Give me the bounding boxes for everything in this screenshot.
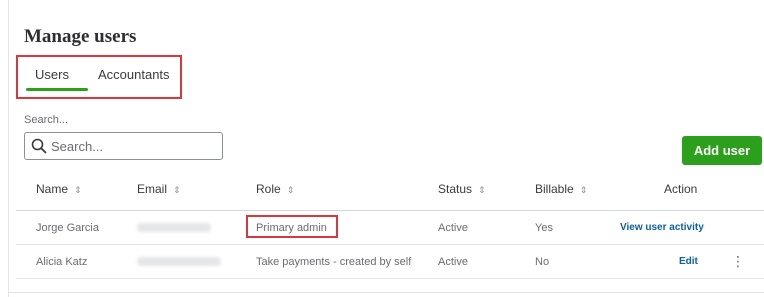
user-role: Take payments - created by self bbox=[256, 256, 412, 268]
redacted-email bbox=[137, 257, 221, 266]
sort-icon: ⇕ bbox=[478, 185, 486, 195]
column-header-label: Role bbox=[256, 182, 281, 196]
column-header-label: Email bbox=[137, 182, 168, 196]
page-title: Manage users bbox=[24, 26, 137, 47]
column-header-action: Action bbox=[664, 182, 697, 196]
search-field[interactable] bbox=[24, 132, 223, 160]
more-vertical-icon[interactable]: ⋮ bbox=[731, 253, 745, 270]
column-header-label: Name bbox=[36, 182, 69, 196]
column-header-name[interactable]: Name ⇕ bbox=[36, 182, 82, 196]
tabs-highlight: Users Accountants bbox=[16, 55, 182, 99]
add-user-button[interactable]: Add user bbox=[682, 136, 762, 165]
sort-icon: ⇕ bbox=[173, 185, 181, 195]
active-tab-indicator bbox=[26, 88, 88, 91]
search-icon bbox=[31, 138, 47, 154]
user-name: Alicia Katz bbox=[36, 256, 88, 268]
column-header-label: Action bbox=[664, 182, 698, 196]
table-row: Alicia Katz Take payments - created by s… bbox=[16, 245, 764, 279]
view-user-activity-link[interactable]: View user activity bbox=[620, 222, 704, 233]
user-billable: No bbox=[535, 256, 550, 268]
column-header-label: Status bbox=[438, 182, 473, 196]
column-header-email[interactable]: Email ⇕ bbox=[137, 182, 181, 196]
search-label: Search... bbox=[24, 114, 69, 126]
user-status: Active bbox=[438, 222, 468, 234]
column-header-role[interactable]: Role ⇕ bbox=[256, 182, 294, 196]
frame-border-left bbox=[8, 0, 9, 297]
sort-icon: ⇕ bbox=[286, 185, 295, 195]
tab-accountants[interactable]: Accountants bbox=[98, 67, 170, 82]
user-role: Primary admin bbox=[256, 222, 327, 234]
user-status: Active bbox=[438, 256, 468, 268]
search-input[interactable] bbox=[51, 136, 217, 156]
column-header-status[interactable]: Status ⇕ bbox=[438, 182, 486, 196]
row-divider bbox=[16, 278, 764, 279]
redacted-email bbox=[137, 223, 211, 232]
sort-icon: ⇕ bbox=[579, 185, 588, 195]
edit-user-link[interactable]: Edit bbox=[679, 256, 698, 267]
table-row: Jorge Garcia Primary admin Active Yes Vi… bbox=[16, 211, 764, 245]
tab-users[interactable]: Users bbox=[35, 67, 69, 82]
column-header-label: Billable bbox=[535, 182, 574, 196]
column-header-billable[interactable]: Billable ⇕ bbox=[535, 182, 587, 196]
sort-icon: ⇕ bbox=[74, 185, 82, 195]
user-billable: Yes bbox=[535, 222, 553, 234]
frame-border-bottom bbox=[8, 292, 764, 293]
user-name: Jorge Garcia bbox=[36, 222, 99, 234]
